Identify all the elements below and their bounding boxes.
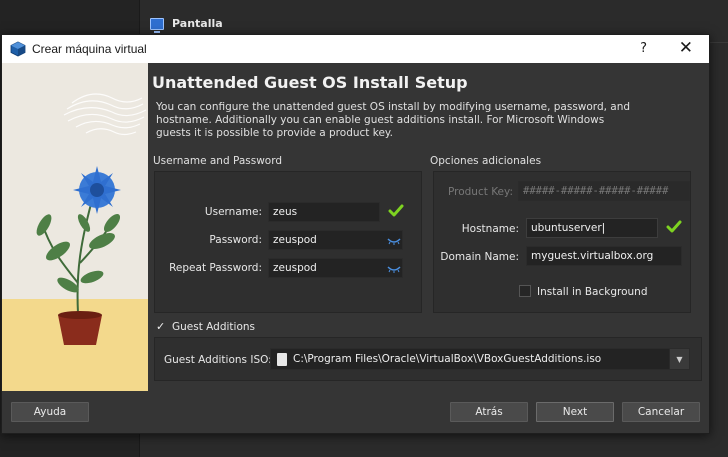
dialog-title: Crear máquina virtual bbox=[32, 42, 147, 56]
product-key-field: #####-#####-#####-##### bbox=[518, 181, 690, 201]
repeat-password-label: Repeat Password: bbox=[169, 262, 262, 274]
username-label: Username: bbox=[204, 206, 262, 218]
domain-name-field[interactable]: myguest.virtualbox.org bbox=[526, 246, 682, 266]
back-button[interactable]: Atrás bbox=[450, 402, 528, 422]
page-description: You can configure the unattended guest O… bbox=[156, 101, 631, 139]
username-password-group-label: Username and Password bbox=[153, 155, 282, 167]
hostname-value: ubuntuserver bbox=[531, 222, 602, 234]
next-button-label: Next bbox=[562, 406, 588, 418]
hostname-valid-check-icon bbox=[666, 220, 682, 233]
guest-additions-iso-label: Guest Additions ISO: bbox=[164, 354, 272, 366]
show-repeat-password-icon[interactable] bbox=[387, 265, 401, 273]
hostname-label: Hostname: bbox=[461, 223, 519, 235]
dialog-titlebar: Crear máquina virtual ? ✕ bbox=[2, 35, 709, 63]
install-in-background-checkbox[interactable] bbox=[519, 285, 531, 297]
hostname-field[interactable]: ubuntuserver| bbox=[526, 218, 658, 238]
username-field[interactable]: zeus bbox=[268, 202, 380, 222]
chevron-down-icon[interactable]: ▼ bbox=[669, 349, 689, 369]
disc-image-icon bbox=[277, 352, 287, 366]
wizard-illustration bbox=[2, 63, 148, 393]
additional-options-group-label: Opciones adicionales bbox=[430, 155, 542, 167]
product-key-label: Product Key: bbox=[447, 186, 513, 198]
cancel-button-label: Cancelar bbox=[637, 406, 685, 418]
show-password-icon[interactable] bbox=[387, 237, 401, 245]
next-button[interactable]: Next bbox=[536, 402, 614, 422]
page-title: Unattended Guest OS Install Setup bbox=[152, 73, 468, 92]
password-label: Password: bbox=[209, 234, 262, 246]
install-in-background-label[interactable]: Install in Background bbox=[537, 286, 648, 298]
background-section-title: Pantalla bbox=[172, 17, 223, 30]
guest-additions-iso-combo[interactable]: C:\Program Files\Oracle\VirtualBox\VBoxG… bbox=[270, 348, 690, 370]
repeat-password-field[interactable]: zeuspod bbox=[268, 258, 403, 278]
create-vm-dialog: Crear máquina virtual ? ✕ Unattended Gue… bbox=[1, 34, 710, 434]
virtualbox-icon bbox=[10, 41, 26, 57]
dialog-footer: Ayuda Atrás Next Cancelar bbox=[2, 391, 709, 433]
flower-pot-illustration bbox=[2, 63, 148, 393]
guest-additions-iso-path: C:\Program Files\Oracle\VirtualBox\VBoxG… bbox=[293, 353, 602, 365]
guest-additions-label[interactable]: Guest Additions bbox=[172, 321, 255, 333]
guest-additions-checkbox[interactable]: ✓ bbox=[156, 320, 165, 333]
domain-name-label: Domain Name: bbox=[440, 251, 519, 263]
back-button-label: Atrás bbox=[475, 406, 503, 418]
help-button-label: Ayuda bbox=[33, 406, 67, 418]
help-button-footer[interactable]: Ayuda bbox=[11, 402, 89, 422]
valid-check-icon bbox=[388, 204, 404, 217]
password-field[interactable]: zeuspod bbox=[268, 230, 403, 250]
background-section-header: Pantalla bbox=[150, 17, 223, 33]
help-button[interactable]: ? bbox=[640, 41, 647, 56]
monitor-icon bbox=[150, 17, 164, 33]
wizard-page: Unattended Guest OS Install Setup You ca… bbox=[150, 63, 709, 393]
close-button[interactable]: ✕ bbox=[679, 38, 693, 58]
cancel-button[interactable]: Cancelar bbox=[622, 402, 700, 422]
